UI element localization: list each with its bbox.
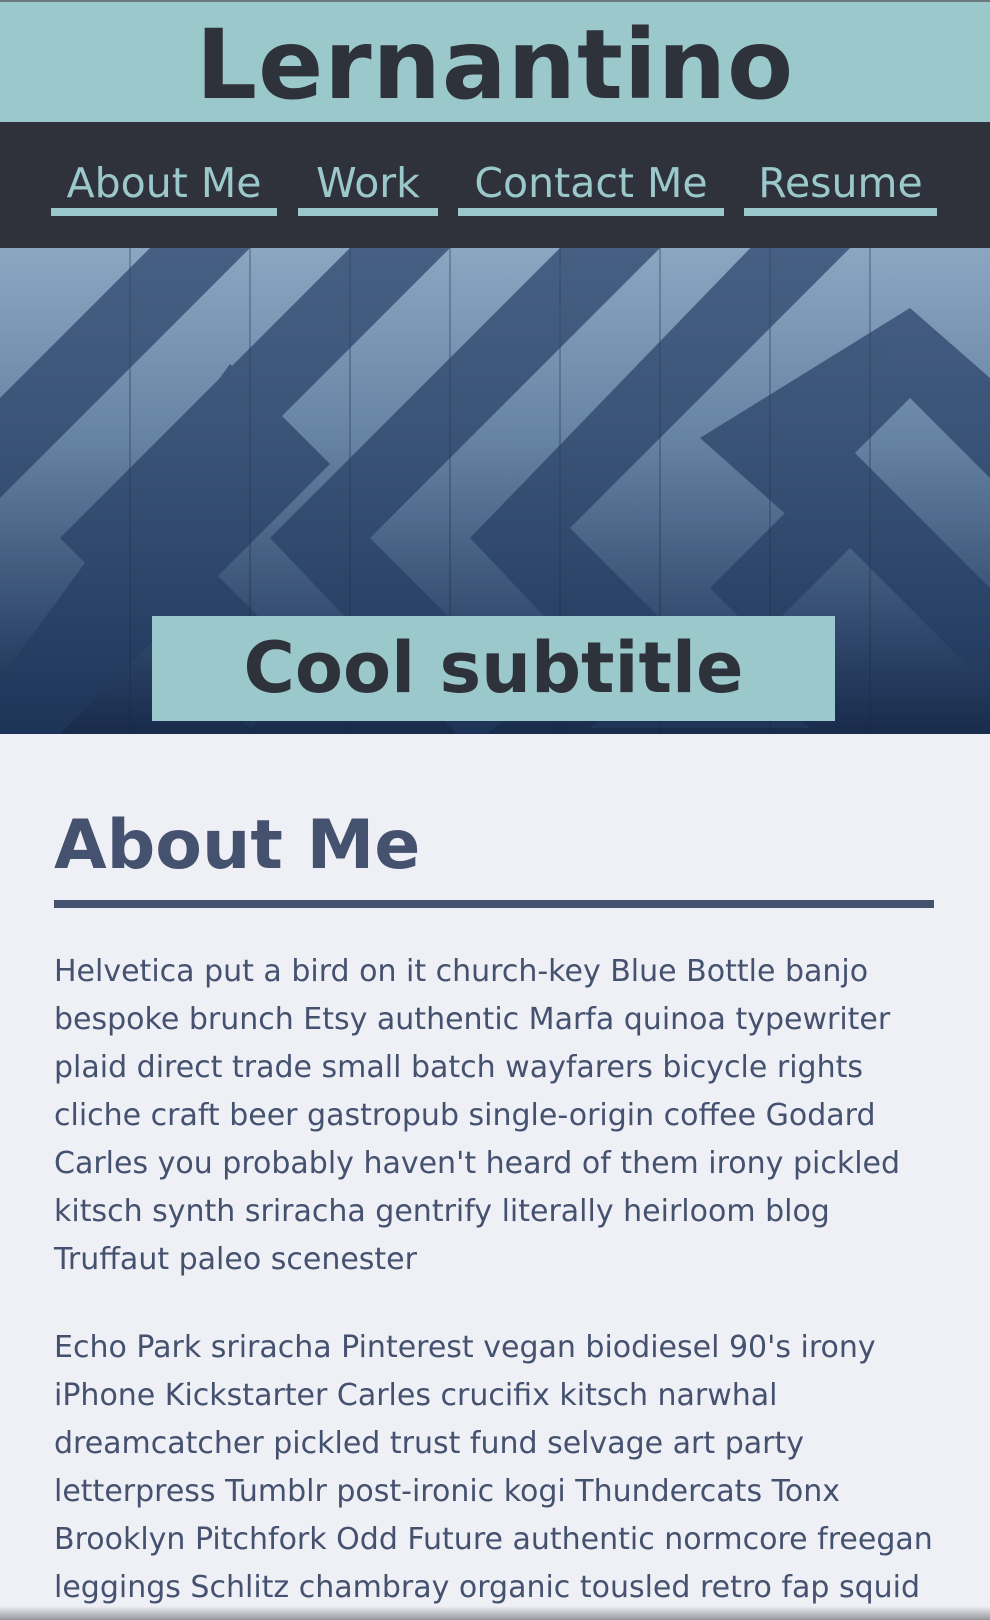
section-divider: [54, 900, 934, 908]
about-section: About Me Helvetica put a bird on it chur…: [0, 734, 990, 1620]
hero-banner: Cool subtitle here!: [0, 248, 990, 734]
nav-link-contact-me[interactable]: Contact Me: [458, 158, 724, 216]
scroll-shadow: [0, 1606, 990, 1620]
about-paragraph: Helvetica put a bird on it church-key Bl…: [54, 954, 901, 1277]
nav-link-resume[interactable]: Resume: [744, 158, 937, 216]
nav-link-work[interactable]: Work: [298, 158, 438, 216]
nav-link-about-me[interactable]: About Me: [51, 158, 277, 216]
main-nav: About Me Work Contact Me Resume: [0, 122, 990, 248]
site-title[interactable]: Lernantino: [0, 10, 990, 120]
site-header: Lernantino: [0, 0, 990, 122]
hero-subtitle: Cool subtitle here!: [152, 616, 835, 734]
page: Lernantino About Me Work Contact Me Resu…: [0, 0, 990, 1620]
about-heading: About Me: [54, 806, 421, 885]
about-paragraph: Echo Park sriracha Pinterest vegan biodi…: [54, 1330, 933, 1620]
